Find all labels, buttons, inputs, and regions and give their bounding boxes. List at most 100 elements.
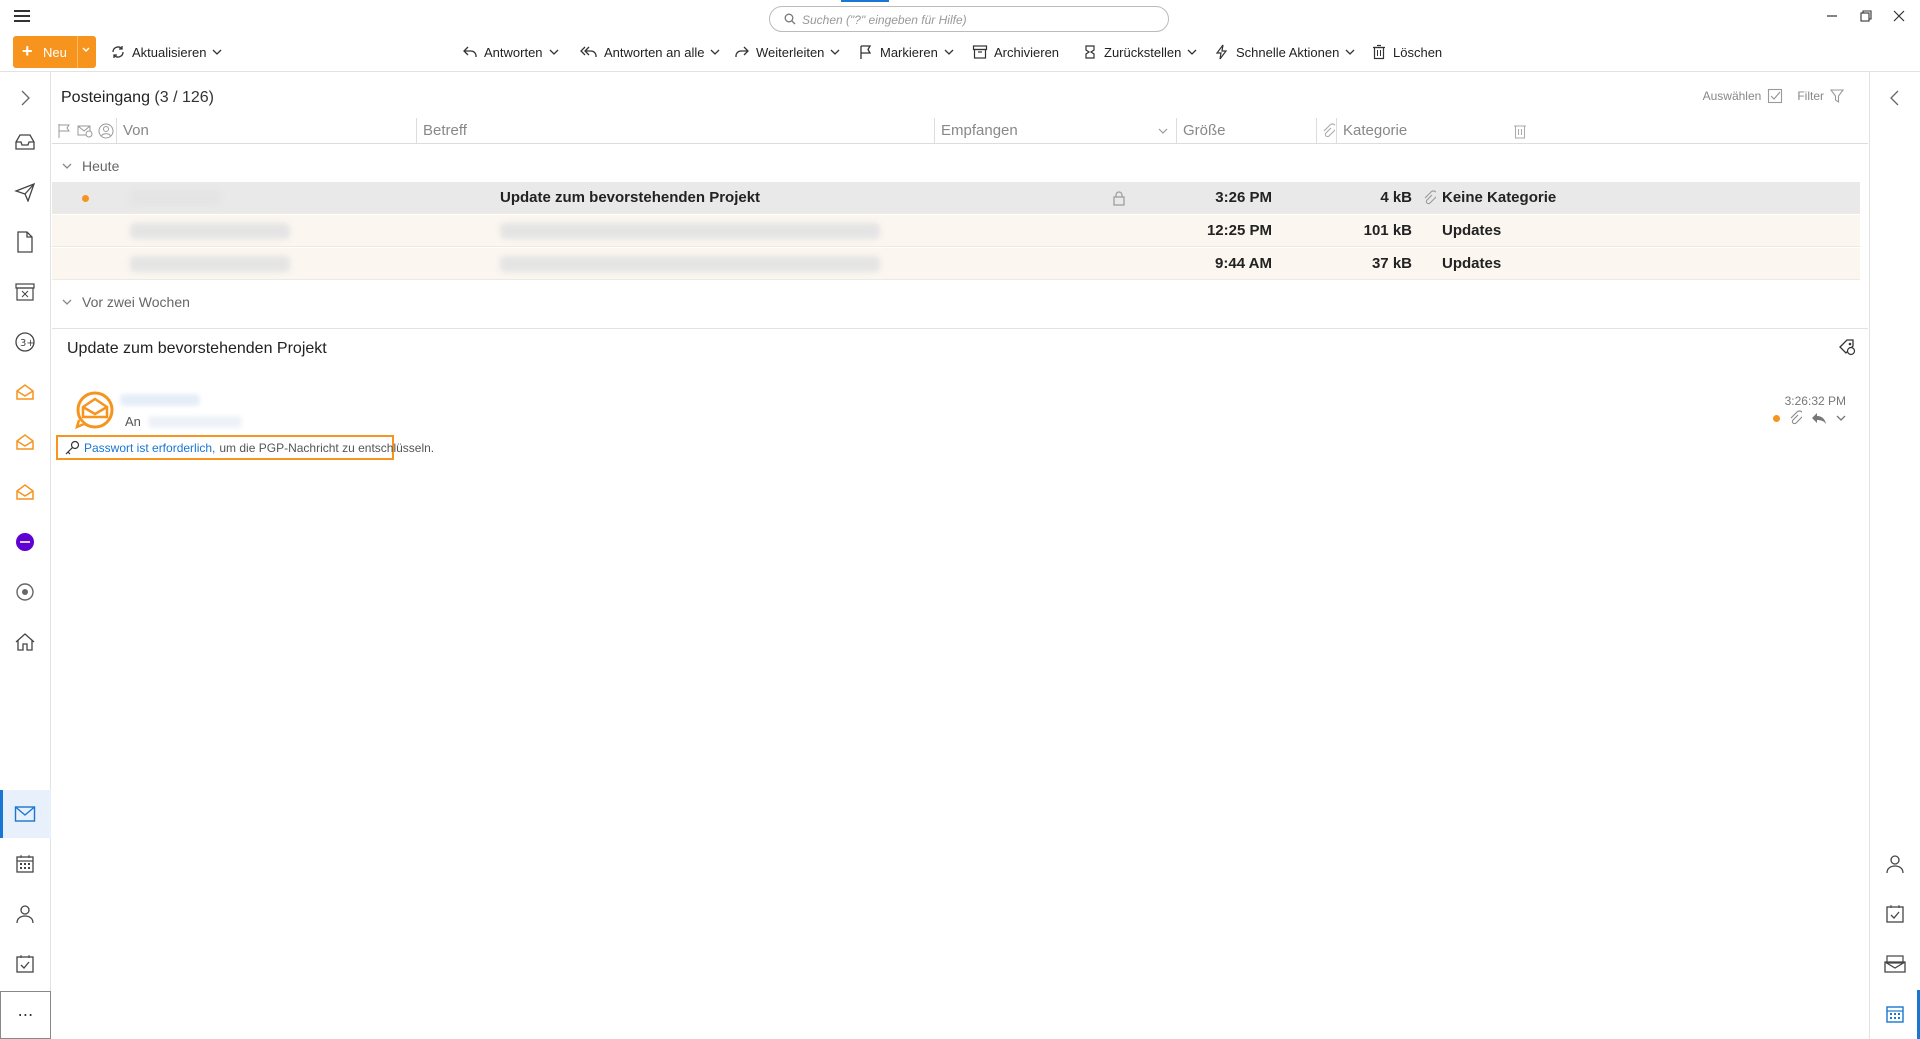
tag-settings-icon[interactable] — [1838, 338, 1856, 356]
menu-icon[interactable] — [14, 10, 30, 24]
left-sidebar: 3+ ⋯ — [0, 72, 51, 1039]
chevron-down-icon[interactable] — [81, 45, 91, 55]
unread-dot-icon — [82, 195, 89, 202]
trash-column-icon[interactable] — [1513, 123, 1527, 139]
contact-column-icon[interactable] — [98, 123, 114, 139]
search-box[interactable] — [769, 6, 1169, 32]
message-row[interactable]: 9:44 AM 37 kB Updates — [52, 248, 1860, 280]
forward-button[interactable]: Weiterleiten — [734, 34, 840, 70]
archive-label: Archivieren — [994, 44, 1060, 60]
message-row[interactable]: Update zum bevorstehenden Projekt 3:26 P… — [52, 182, 1860, 214]
yahoo-icon[interactable] — [12, 529, 38, 555]
quick-actions-button[interactable]: Schnelle Aktionen — [1214, 34, 1355, 70]
column-received[interactable]: Empfangen — [934, 118, 1176, 144]
contact-icon[interactable] — [1882, 851, 1908, 877]
contacts-icon[interactable] — [12, 901, 38, 927]
paperclip-icon — [1321, 123, 1335, 139]
minimize-icon[interactable] — [1824, 8, 1840, 24]
unread-dot-icon[interactable] — [1773, 414, 1780, 422]
right-sidebar — [1869, 72, 1920, 1039]
pane-divider[interactable] — [52, 328, 1868, 329]
account-envelope-icon[interactable] — [12, 429, 38, 455]
chevron-down-icon[interactable] — [1187, 47, 1197, 57]
read-status-column-icon[interactable] — [77, 123, 93, 139]
account-envelope-icon[interactable] — [12, 479, 38, 505]
archive-icon — [972, 44, 988, 60]
chevron-down-icon[interactable] — [212, 47, 222, 57]
flag-icon — [858, 44, 874, 60]
calendar-icon[interactable] — [1882, 1001, 1908, 1027]
column-size[interactable]: Größe — [1176, 118, 1316, 144]
restore-icon[interactable] — [1858, 8, 1874, 24]
chevron-down-icon[interactable] — [830, 47, 840, 57]
column-received-label: Empfangen — [941, 122, 1018, 139]
subject-redacted — [500, 223, 880, 239]
forward-label: Weiterleiten — [756, 44, 825, 60]
account-envelope-icon[interactable] — [12, 379, 38, 405]
group-label: Vor zwei Wochen — [82, 294, 190, 310]
key-icon — [64, 440, 80, 456]
message-time: 3:26 PM — [1215, 189, 1272, 206]
reply-all-button[interactable]: Antworten an alle — [580, 34, 720, 70]
select-button[interactable]: Auswählen — [1703, 88, 1784, 104]
reply-icon[interactable] — [1810, 410, 1828, 426]
drafts-icon[interactable] — [12, 229, 38, 255]
filter-button[interactable]: Filter — [1797, 88, 1844, 104]
expand-icon[interactable] — [12, 85, 38, 111]
flag-column-icon[interactable] — [57, 123, 71, 139]
folder-count: (3 / 126) — [154, 89, 215, 106]
column-from[interactable]: Von — [116, 118, 416, 144]
column-category-label: Kategorie — [1343, 122, 1408, 139]
contacts-group-icon[interactable]: 3+ — [12, 329, 38, 355]
mail-icon[interactable] — [12, 801, 38, 827]
inbox-icon[interactable] — [12, 129, 38, 155]
lightning-icon — [1214, 44, 1230, 60]
more-icon[interactable]: ⋯ — [0, 991, 51, 1039]
snooze-button[interactable]: Zurückstellen — [1082, 34, 1197, 70]
calendar-icon[interactable] — [12, 851, 38, 877]
flag-button[interactable]: Markieren — [858, 34, 954, 70]
paperclip-icon[interactable] — [1788, 410, 1802, 426]
collapse-icon[interactable] — [1882, 85, 1908, 111]
sender-redacted — [120, 394, 200, 406]
tasks-icon[interactable] — [12, 951, 38, 977]
archive-button[interactable]: Archivieren — [972, 34, 1059, 70]
quick-actions-label: Schnelle Aktionen — [1236, 44, 1340, 60]
search-input[interactable] — [802, 11, 1152, 29]
chevron-down-icon[interactable] — [1836, 413, 1846, 423]
reply-button[interactable]: Antworten — [462, 34, 559, 70]
home-icon[interactable] — [12, 629, 38, 655]
group-header-two-weeks[interactable]: Vor zwei Wochen — [62, 294, 190, 310]
chevron-down-icon — [62, 161, 72, 171]
new-button[interactable]: + Neu — [13, 36, 96, 68]
refresh-button[interactable]: Aktualisieren — [110, 34, 222, 70]
snooze-label: Zurückstellen — [1104, 44, 1182, 60]
chevron-down-icon[interactable] — [710, 47, 720, 57]
column-subject[interactable]: Betreff — [416, 118, 934, 144]
chevron-down-icon[interactable] — [1345, 47, 1355, 57]
delete-button[interactable]: Löschen — [1371, 34, 1442, 70]
flag-label: Markieren — [880, 44, 938, 60]
tasks-icon[interactable] — [1882, 901, 1908, 927]
chevron-down-icon[interactable] — [549, 47, 559, 57]
column-category[interactable]: Kategorie — [1336, 118, 1508, 144]
chevron-down-icon[interactable] — [944, 47, 954, 57]
folder-title: Posteingang (3 / 126) — [61, 89, 214, 107]
close-icon[interactable] — [1891, 8, 1907, 24]
mail-stack-icon[interactable] — [1882, 951, 1908, 977]
message-category: Keine Kategorie — [1442, 189, 1557, 206]
recipient-label: An — [125, 414, 141, 429]
plus-icon: + — [22, 41, 33, 61]
pgp-password-link[interactable]: Passwort ist erforderlich, — [84, 441, 215, 455]
forward-icon — [734, 44, 750, 60]
message-row[interactable]: 12:25 PM 101 kB Updates — [52, 215, 1860, 247]
sent-icon[interactable] — [12, 179, 38, 205]
new-button-label: Neu — [43, 45, 67, 60]
message-time: 9:44 AM — [1215, 255, 1272, 272]
search-icon — [784, 13, 796, 25]
group-header-today[interactable]: Heute — [62, 158, 119, 174]
settings-icon[interactable] — [12, 579, 38, 605]
attachment-column[interactable] — [1316, 118, 1336, 144]
archive-icon[interactable] — [12, 279, 38, 305]
preview-time: 3:26:32 PM — [1784, 394, 1846, 408]
